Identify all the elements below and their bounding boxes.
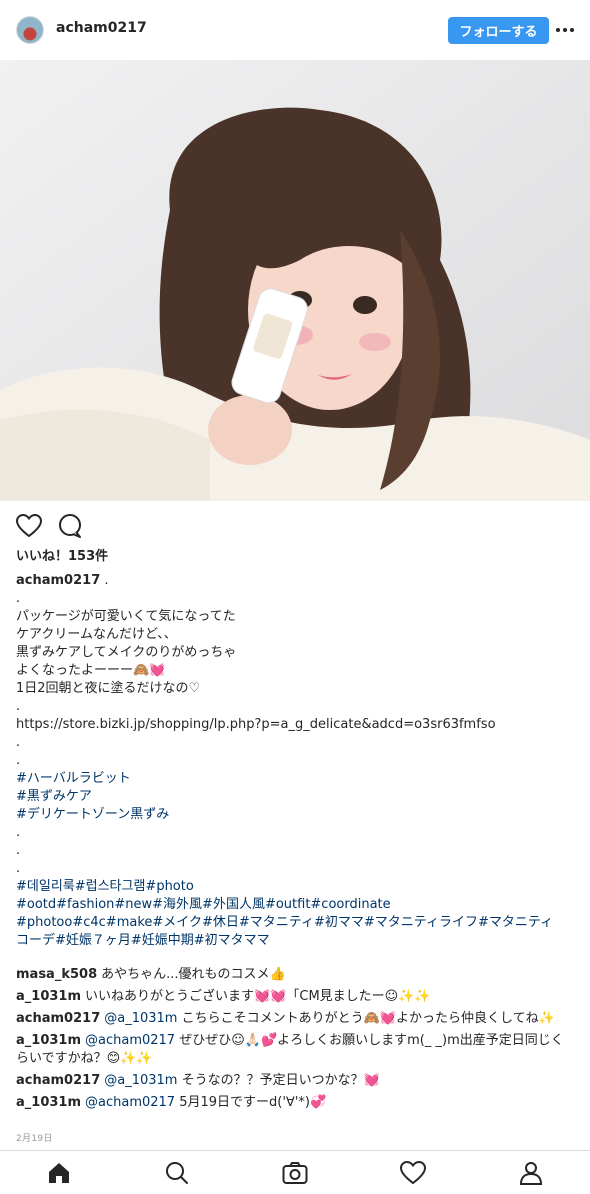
comment-text: そうなの？？予定日いつかな？💓: [177, 1073, 380, 1088]
camera-icon[interactable]: [281, 1159, 309, 1187]
comment: a_1031m いいねありがとうございます💓💓「CM見ましたー☺✨✨: [16, 988, 576, 1006]
caption-line: .: [16, 753, 21, 768]
comment: acham0217 @a_1031m こちらこそコメントありがとう🙈💓よかったら仲…: [16, 1010, 576, 1028]
caption-line: .: [16, 843, 21, 858]
comment-text: こちらこそコメントありがとう🙈💓よかったら仲良くしてね✨: [177, 1011, 555, 1026]
comment-username[interactable]: acham0217: [16, 1073, 100, 1088]
caption-line: 黒ずみケアしてメイクのりがめっちゃ: [16, 645, 237, 660]
header-username[interactable]: acham0217: [56, 20, 147, 36]
comment-username[interactable]: a_1031m: [16, 1033, 81, 1048]
comment-mention[interactable]: @acham0217: [85, 1033, 175, 1048]
caption-line: 1日2回朝と夜に塗るだけなの♡: [16, 681, 201, 696]
caption-line: パッケージが可愛いくて気になってた: [16, 609, 236, 624]
caption-link[interactable]: https://store.bizki.jp/shopping/lp.php?p…: [16, 716, 576, 734]
caption-author[interactable]: acham0217: [16, 573, 100, 588]
caption-line: よくなったよーーー🙈💓: [16, 663, 166, 678]
search-icon[interactable]: [163, 1159, 191, 1187]
comment-username[interactable]: acham0217: [16, 1011, 100, 1026]
caption-line: .: [16, 591, 21, 606]
comment-mention[interactable]: @a_1031m: [104, 1073, 177, 1088]
likes-count[interactable]: いいね！153件: [16, 545, 108, 564]
hashtag-link[interactable]: #photoo#c4c#make#メイク#休日#マタニティ#初ママ#マタニティラ…: [16, 914, 576, 932]
comment-mention[interactable]: @a_1031m: [104, 1011, 177, 1026]
caption-line: .: [16, 825, 21, 840]
comment: a_1031m @acham0217 5月19日ですーd('∀'*)💞: [16, 1094, 576, 1112]
post-date[interactable]: 2月19日: [16, 1131, 53, 1144]
comment-text: 5月19日ですーd('∀'*)💞: [175, 1095, 327, 1110]
comment: a_1031m @acham0217 ぜひぜひ☺🙏🏻💕よろしくお願いしますm(_ …: [16, 1032, 576, 1068]
hashtag-link[interactable]: #黒ずみケア: [16, 788, 576, 806]
activity-heart-icon[interactable]: [399, 1159, 427, 1187]
post-caption: acham0217 . . パッケージが可愛いくて気になってた ケアクリームなん…: [16, 572, 576, 950]
comment-text: いいねありがとうございます💓💓「CM見ましたー☺✨✨: [85, 989, 431, 1004]
hashtag-link[interactable]: コーデ#妊娠７ヶ月#妊娠中期#初マタママ: [16, 932, 576, 950]
hashtag-link[interactable]: #ootd#fashion#new#海外風#外国人風#outfit#coordi…: [16, 896, 576, 914]
post-photo[interactable]: [0, 60, 590, 501]
caption-line: .: [16, 699, 21, 714]
comment: acham0217 @a_1031m そうなの？？予定日いつかな？💓: [16, 1072, 576, 1090]
caption-line: .: [16, 735, 21, 750]
comment-text: あやちゃん...優れものコスメ👍: [101, 967, 286, 982]
profile-icon[interactable]: [517, 1159, 545, 1187]
caption-line: .: [16, 861, 21, 876]
comment-username[interactable]: masa_k508: [16, 967, 97, 982]
comment-list: masa_k508 あやちゃん...優れものコスメ👍 a_1031m いいねありがと…: [16, 966, 576, 1116]
more-icon[interactable]: [556, 22, 574, 38]
hashtag-link[interactable]: #ハーバルラビット: [16, 770, 576, 788]
caption-line: ケアクリームなんだけど、、: [16, 627, 177, 642]
comment-username[interactable]: a_1031m: [16, 989, 81, 1004]
comment-icon[interactable]: [58, 514, 82, 542]
bottom-nav: [0, 1150, 590, 1194]
avatar[interactable]: [16, 16, 44, 44]
heart-icon[interactable]: [15, 513, 43, 542]
caption-line: .: [104, 573, 109, 588]
hashtag-link[interactable]: #데일리룩#럽스타그램#photo: [16, 878, 576, 896]
action-bar: [15, 513, 82, 542]
comment-mention[interactable]: @acham0217: [85, 1095, 175, 1110]
post-header: acham0217 フォローする: [0, 0, 590, 60]
home-icon[interactable]: [45, 1159, 73, 1187]
comment: masa_k508 あやちゃん...優れものコスメ👍: [16, 966, 576, 984]
hashtag-link[interactable]: #デリケートゾーン黒ずみ: [16, 806, 576, 824]
follow-button[interactable]: フォローする: [448, 17, 549, 44]
comment-username[interactable]: a_1031m: [16, 1095, 81, 1110]
